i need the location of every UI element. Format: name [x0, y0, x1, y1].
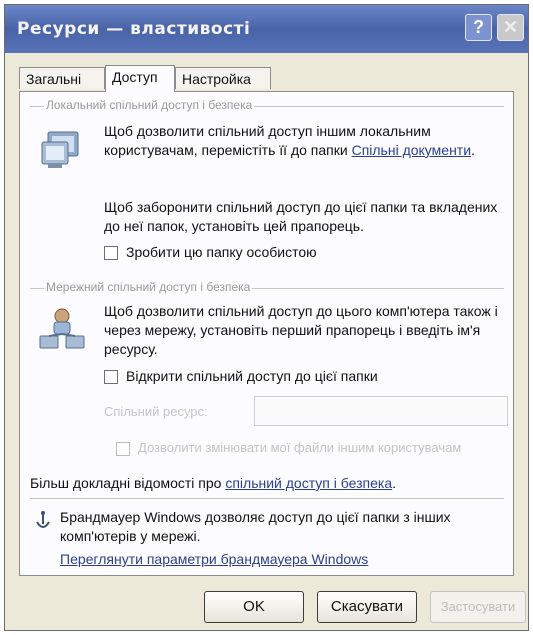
firewall-divider [30, 498, 504, 499]
sharing-panel: Локальний спільний доступ і безпека Щоб … [19, 91, 514, 576]
shared-documents-link[interactable]: Спільні документи [352, 142, 471, 158]
close-button[interactable]: ✕ [497, 14, 524, 41]
tab-customize[interactable]: Настройка [175, 67, 271, 89]
local-share-hint-end: . [471, 142, 475, 158]
sharing-security-link[interactable]: спільний доступ і безпека [225, 475, 392, 491]
share-name-label: Спільний ресурс: [104, 404, 208, 419]
share-folder-checkbox[interactable] [104, 370, 118, 384]
network-share-hint: Щоб дозволити спільний доступ до цього к… [104, 303, 498, 357]
private-hint: Щоб заборонити спільний доступ до цієї п… [104, 199, 498, 234]
properties-dialog: Ресурси — властивості ? ✕ Загальні Досту… [4, 4, 529, 631]
title-bar[interactable]: Ресурси — властивості ? ✕ [5, 5, 528, 53]
network-share-icon [39, 308, 85, 349]
more-info: Більш докладні відомості про спільний до… [30, 474, 510, 493]
local-users-icon [41, 131, 79, 168]
allow-change-checkbox[interactable] [116, 442, 130, 456]
private-checkbox[interactable] [104, 246, 118, 260]
share-folder-checkbox-label[interactable]: Відкрити спільний доступ до цієї папки [126, 368, 378, 384]
firewall-text: Брандмауер Windows дозволяє доступ до ці… [60, 509, 451, 544]
local-share-hint: Щоб дозволити спільний доступ іншим лока… [104, 122, 504, 160]
tab-sharing[interactable]: Доступ [105, 65, 175, 92]
allow-change-checkbox-label[interactable]: Дозволити змінювати мої файли іншим кори… [138, 440, 461, 455]
share-name-input[interactable] [254, 396, 508, 426]
local-group-title: Локальний спільний доступ і безпека [44, 98, 255, 112]
more-info-text: Більш докладні відомості про [30, 475, 226, 491]
firewall-info-icon [36, 511, 50, 528]
network-group-title: Мережний спільний доступ і безпека [44, 280, 253, 294]
private-checkbox-row[interactable]: Зробити цю папку особистою [104, 244, 404, 264]
tab-general[interactable]: Загальні [19, 67, 105, 89]
dialog-buttons: OK Скасувати Застосувати [5, 591, 528, 625]
window-title: Ресурси — властивості [17, 19, 251, 39]
help-button[interactable]: ? [465, 14, 492, 41]
firewall-settings-link[interactable]: Переглянути параметри брандмауера Window… [60, 550, 368, 569]
share-checkbox-row[interactable]: Відкрити спільний доступ до цієї папки [104, 368, 444, 388]
apply-button[interactable]: Застосувати [430, 591, 526, 623]
more-info-end: . [392, 475, 396, 491]
ok-button[interactable]: OK [204, 591, 304, 623]
private-checkbox-label[interactable]: Зробити цю папку особистою [126, 244, 317, 260]
allow-change-checkbox-row[interactable]: Дозволити змінювати мої файли іншим кори… [116, 440, 496, 460]
cancel-button[interactable]: Скасувати [317, 591, 417, 623]
